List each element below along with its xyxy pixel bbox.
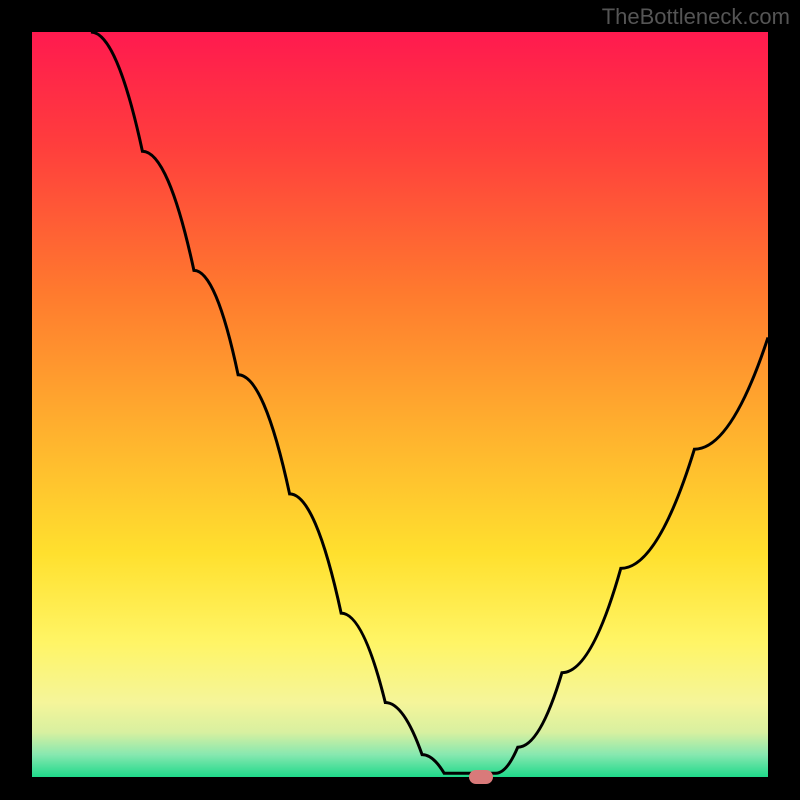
watermark-text: TheBottleneck.com bbox=[602, 4, 790, 30]
optimal-marker bbox=[469, 770, 493, 784]
bottleneck-curve bbox=[32, 32, 768, 777]
chart-container: TheBottleneck.com bbox=[0, 0, 800, 800]
plot-area bbox=[32, 32, 768, 777]
